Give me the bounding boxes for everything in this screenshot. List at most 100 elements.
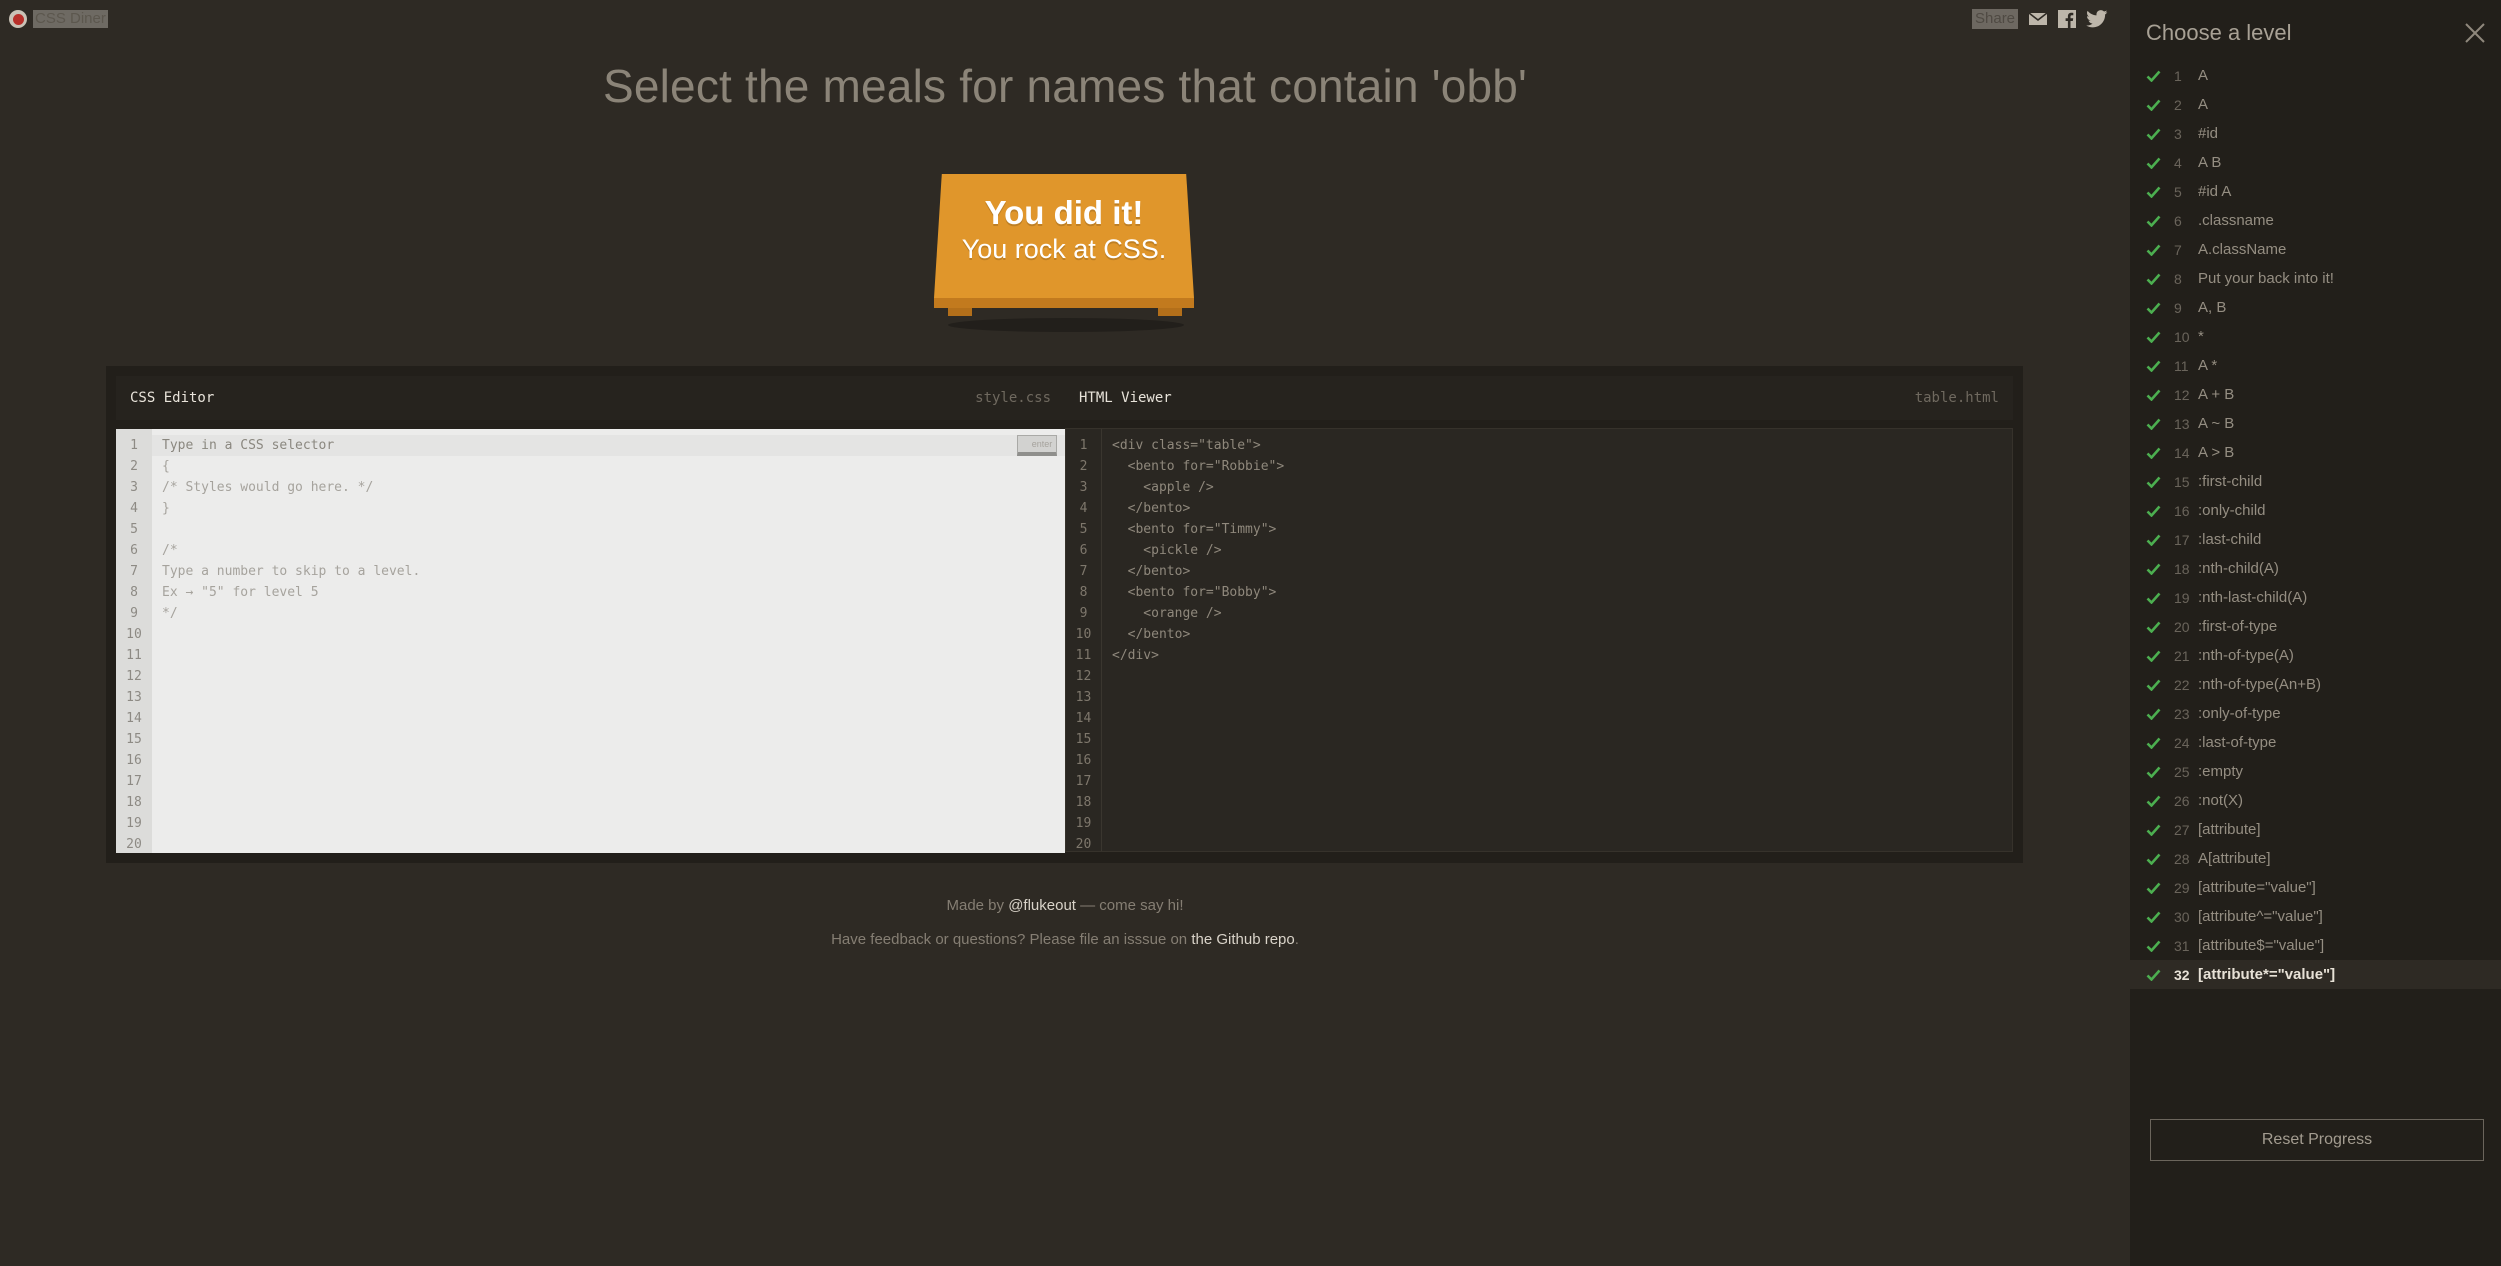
level-item-20[interactable]: 20:first-of-type bbox=[2130, 612, 2501, 641]
level-item-7[interactable]: 7 A.className bbox=[2130, 235, 2501, 264]
line-number: 10 bbox=[1075, 627, 1092, 642]
level-number: 30 bbox=[2174, 908, 2190, 925]
dining-table: You did it! You rock at CSS. bbox=[918, 170, 1212, 332]
level-item-21[interactable]: 21:nth-of-type(A) bbox=[2130, 641, 2501, 670]
code-line: </div> bbox=[1112, 648, 1159, 663]
reset-progress-button[interactable]: Reset Progress bbox=[2150, 1119, 2484, 1161]
level-number: 26 bbox=[2174, 792, 2190, 809]
code-line: <bento for="Bobby"> bbox=[1112, 585, 1277, 600]
line-number: 5 bbox=[130, 522, 138, 537]
level-item-23[interactable]: 23:only-of-type bbox=[2130, 699, 2501, 728]
level-item-14[interactable]: 14 A > B bbox=[2130, 438, 2501, 467]
level-item-13[interactable]: 13 A ~ B bbox=[2130, 409, 2501, 438]
line-number: 17 bbox=[1075, 774, 1092, 789]
level-item-16[interactable]: 16:only-child bbox=[2130, 496, 2501, 525]
line-number: 5 bbox=[1079, 522, 1088, 537]
level-item-17[interactable]: 17:last-child bbox=[2130, 525, 2501, 554]
level-item-10[interactable]: 10 * bbox=[2130, 322, 2501, 351]
level-item-25[interactable]: 25:empty bbox=[2130, 757, 2501, 786]
level-item-5[interactable]: 5 #id A bbox=[2130, 177, 2501, 206]
level-item-1[interactable]: 1A bbox=[2130, 61, 2501, 90]
level-item-11[interactable]: 11 A * bbox=[2130, 351, 2501, 380]
code-line: <pickle /> bbox=[1112, 543, 1222, 558]
close-icon[interactable] bbox=[2464, 22, 2486, 44]
level-number: 4 bbox=[2174, 154, 2182, 171]
css-input[interactable]: enter Type in a CSS selector {/* Styles w… bbox=[152, 429, 1065, 853]
html-viewer-filename: table.html bbox=[1914, 390, 1999, 406]
level-number: 18 bbox=[2174, 560, 2190, 577]
table-leg-left bbox=[948, 308, 972, 316]
checkmark-icon bbox=[2146, 621, 2162, 633]
level-number: 32 bbox=[2174, 966, 2190, 983]
level-item-24[interactable]: 24:last-of-type bbox=[2130, 728, 2501, 757]
line-number: 15 bbox=[126, 732, 142, 747]
checkmark-icon bbox=[2146, 766, 2162, 778]
level-item-19[interactable]: 19:nth-last-child(A) bbox=[2130, 583, 2501, 612]
level-item-18[interactable]: 18:nth-child(A) bbox=[2130, 554, 2501, 583]
line-number: 3 bbox=[1079, 480, 1088, 495]
code-line: </bento> bbox=[1112, 564, 1191, 579]
checkmark-icon bbox=[2146, 708, 2162, 720]
line-number: 16 bbox=[126, 753, 142, 768]
level-label: A, B bbox=[2198, 299, 2227, 316]
level-item-9[interactable]: 9 A, B bbox=[2130, 293, 2501, 322]
github-link[interactable]: the Github repo bbox=[1191, 931, 1294, 948]
css-editor-pane: CSS Editor style.css 1 2 3 4 5 6 7 8 9 10 11 12 13 14… bbox=[116, 376, 1065, 853]
line-number: 6 bbox=[1079, 543, 1088, 558]
author-link[interactable]: @flukeout bbox=[1008, 897, 1076, 914]
level-number: 5 bbox=[2174, 183, 2182, 200]
level-item-3[interactable]: 3 #id bbox=[2130, 119, 2501, 148]
line-number: 13 bbox=[1075, 690, 1092, 705]
level-item-15[interactable]: 15:first-child bbox=[2130, 467, 2501, 496]
line-number: 4 bbox=[130, 501, 138, 516]
line-number: 12 bbox=[126, 669, 142, 684]
level-item-22[interactable]: 22:nth-of-type(An+B) bbox=[2130, 670, 2501, 699]
html-line-numbers: 1 2 3 4 5 6 7 8 9 10 11 12 13 14 15 16 17 18 19 20 bbox=[1066, 429, 1102, 852]
level-item-4[interactable]: 4 A B bbox=[2130, 148, 2501, 177]
checkmark-icon bbox=[2146, 563, 2162, 575]
level-item-12[interactable]: 12 A + B bbox=[2130, 380, 2501, 409]
level-label: A > B bbox=[2198, 444, 2235, 461]
level-label: Put your back into it! bbox=[2198, 270, 2334, 287]
level-item-31[interactable]: 31 [attribute$="value"] bbox=[2130, 931, 2501, 960]
line-number: 14 bbox=[126, 711, 142, 726]
line-number: 1 bbox=[130, 438, 138, 453]
level-label: :nth-of-type(An+B) bbox=[2198, 676, 2321, 693]
success-title: You did it! bbox=[984, 194, 1144, 231]
twitter-icon[interactable] bbox=[2086, 10, 2108, 28]
level-number: 3 bbox=[2174, 125, 2182, 142]
checkmark-icon bbox=[2146, 534, 2162, 546]
level-item-30[interactable]: 30 [attribute^="value"] bbox=[2130, 902, 2501, 931]
level-item-29[interactable]: 29 [attribute="value"] bbox=[2130, 873, 2501, 902]
level-label: A ~ B bbox=[2198, 415, 2235, 432]
code-line: </bento> bbox=[1112, 627, 1191, 642]
level-label: A bbox=[2198, 96, 2209, 113]
facebook-icon[interactable] bbox=[2058, 10, 2077, 28]
level-sidebar: Choose a level 1 A 2 A 3 #id 4 A B 5 #id A 6 .class… bbox=[2130, 0, 2501, 1266]
enter-button[interactable]: enter bbox=[1017, 435, 1057, 456]
css-editor-body[interactable]: 1 2 3 4 5 6 7 8 9 10 11 12 13 14 15 16 17 18 19 20 enter Ty… bbox=[116, 429, 1065, 853]
html-viewer-body: 1 2 3 4 5 6 7 8 9 10 11 12 13 14 15 16 17 18 19 20 <div cla… bbox=[1065, 428, 2013, 852]
line-number: 8 bbox=[1079, 585, 1088, 600]
level-item-8[interactable]: 8 Put your back into it! bbox=[2130, 264, 2501, 293]
level-label: A.className bbox=[2198, 241, 2287, 258]
success-subtitle: You rock at CSS. bbox=[961, 234, 1167, 264]
level-item-6[interactable]: 6 .classname bbox=[2130, 206, 2501, 235]
level-label: :only-child bbox=[2198, 502, 2266, 519]
checkmark-icon bbox=[2146, 679, 2162, 691]
html-viewer-title: HTML Viewer bbox=[1079, 390, 1172, 406]
line-number: 11 bbox=[1075, 648, 1092, 663]
code-line: { bbox=[162, 459, 170, 474]
level-item-27[interactable]: 27 [attribute] bbox=[2130, 815, 2501, 844]
email-icon[interactable] bbox=[2028, 11, 2048, 27]
level-item-2[interactable]: 2A bbox=[2130, 90, 2501, 119]
code-line: Type a number to skip to a level. bbox=[162, 564, 421, 579]
level-item-28[interactable]: 28 A[attribute] bbox=[2130, 844, 2501, 873]
checkmark-icon bbox=[2146, 737, 2162, 749]
level-item-32[interactable]: 32 [attribute*="value"] bbox=[2130, 960, 2501, 989]
checkmark-icon bbox=[2146, 969, 2162, 981]
level-item-26[interactable]: 26:not(X) bbox=[2130, 786, 2501, 815]
level-number: 24 bbox=[2174, 734, 2190, 751]
level-label: [attribute^="value"] bbox=[2198, 908, 2323, 925]
logo[interactable]: CSS Diner bbox=[9, 9, 108, 29]
